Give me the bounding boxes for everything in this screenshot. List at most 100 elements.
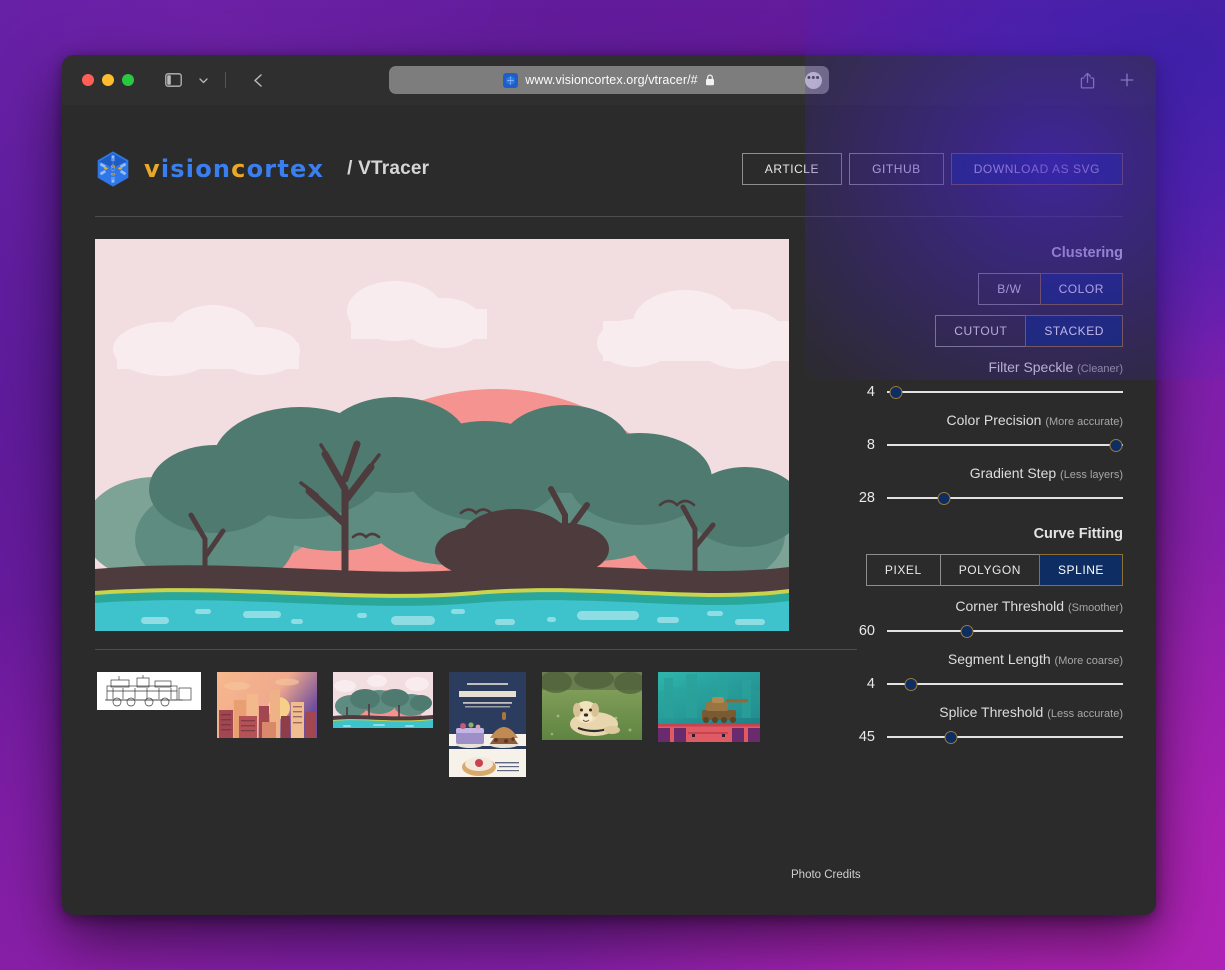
splice-threshold-control: Splice Threshold (Less accurate) 45	[841, 704, 1123, 745]
corner-threshold-title: Corner Threshold	[955, 598, 1065, 614]
toolbar-right-group	[1074, 68, 1140, 92]
corner-threshold-label: Corner Threshold (Smoother)	[841, 598, 1123, 614]
thumbnail-trees-lake[interactable]	[333, 672, 433, 728]
slider-track	[887, 736, 1123, 738]
filter-speckle-slider[interactable]	[887, 384, 1123, 400]
slider-track	[887, 391, 1123, 393]
segment-length-hint: (More coarse)	[1054, 655, 1123, 667]
preview-column: Photo Credits	[95, 239, 861, 881]
clustering-layer-group: CUTOUT STACKED	[841, 315, 1123, 347]
lock-icon	[705, 74, 715, 86]
address-bar-url: www.visioncortex.org/vtracer/#	[525, 73, 698, 87]
github-button[interactable]: GITHUB	[849, 153, 944, 185]
splice-threshold-value: 45	[858, 729, 875, 745]
clustering-mode-color[interactable]: COLOR	[1039, 273, 1123, 305]
filter-speckle-control: Filter Speckle (Cleaner) 4	[841, 359, 1123, 400]
browser-toolbar: www.visioncortex.org/vtracer/# •••	[62, 55, 1156, 105]
thumbnail-divider	[95, 649, 857, 650]
visioncortex-favicon	[503, 72, 519, 88]
clustering-layer-cutout[interactable]: CUTOUT	[935, 315, 1026, 347]
brand-name-part-3: c	[231, 155, 247, 183]
download-as-svg-button[interactable]: DOWNLOAD AS SVG	[950, 153, 1123, 185]
toolbar-divider	[225, 72, 226, 88]
brand-name: visioncortex	[144, 155, 324, 183]
thumbnail-train-sketch[interactable]	[97, 672, 201, 710]
gradient-step-value: 28	[858, 490, 875, 506]
clustering-mode-group: B/W COLOR	[841, 273, 1123, 305]
product-name: / VTracer	[347, 158, 430, 179]
curve-fitting-pixel[interactable]: PIXEL	[865, 554, 940, 586]
desktop-wallpaper: www.visioncortex.org/vtracer/# ••• visio…	[0, 0, 1225, 970]
brand[interactable]: visioncortex / VTracer	[95, 151, 429, 187]
color-precision-title: Color Precision	[946, 412, 1042, 428]
filter-speckle-value: 4	[866, 384, 875, 400]
page-content: visioncortex / VTracer ARTICLE GITHUB DO…	[62, 105, 1156, 915]
slider-thumb[interactable]	[944, 730, 958, 744]
thumbnail-city-sunset[interactable]	[217, 672, 317, 738]
splice-threshold-title: Splice Threshold	[939, 704, 1044, 720]
toolbar-nav-group	[160, 68, 271, 92]
filter-speckle-hint: (Cleaner)	[1077, 363, 1123, 375]
splice-threshold-hint: (Less accurate)	[1047, 708, 1123, 720]
thumbnail-pixel-tank[interactable]	[658, 672, 760, 742]
site-header: visioncortex / VTracer ARTICLE GITHUB DO…	[95, 139, 1123, 199]
clustering-mode-bw[interactable]: B/W	[978, 273, 1040, 305]
clustering-layer-stacked[interactable]: STACKED	[1025, 315, 1123, 347]
segment-length-title: Segment Length	[947, 651, 1051, 667]
image-preview-canvas[interactable]	[95, 239, 789, 631]
color-precision-value: 8	[866, 437, 875, 453]
segment-length-label: Segment Length (More coarse)	[841, 651, 1123, 667]
slider-track	[887, 630, 1123, 632]
filter-speckle-title: Filter Speckle	[988, 359, 1074, 375]
brand-name-part-2: ision	[160, 155, 232, 183]
segment-length-slider[interactable]	[887, 676, 1123, 692]
photo-credits-link[interactable]: Photo Credits	[791, 869, 861, 881]
header-actions: ARTICLE GITHUB DOWNLOAD AS SVG	[741, 153, 1123, 185]
corner-threshold-value: 60	[858, 623, 875, 639]
slider-thumb[interactable]	[904, 677, 918, 691]
slider-thumb[interactable]	[960, 624, 974, 638]
minimize-window-button[interactable]	[102, 74, 114, 86]
segment-length-control: Segment Length (More coarse) 4	[841, 651, 1123, 692]
slider-thumb[interactable]	[937, 491, 951, 505]
address-bar[interactable]: www.visioncortex.org/vtracer/# •••	[389, 66, 829, 94]
thumbnail-golden-retriever[interactable]	[542, 672, 642, 740]
plus-icon[interactable]	[1114, 68, 1140, 92]
thumbnail-dessert-poster[interactable]	[449, 672, 526, 777]
splice-threshold-slider[interactable]	[887, 729, 1123, 745]
splice-threshold-label: Splice Threshold (Less accurate)	[841, 704, 1123, 720]
slider-track	[887, 683, 1123, 685]
curve-fitting-section-title: Curve Fitting	[1033, 526, 1123, 542]
curve-fitting-spline[interactable]: SPLINE	[1039, 554, 1123, 586]
gradient-step-hint: (Less layers)	[1060, 469, 1123, 481]
color-precision-hint: (More accurate)	[1045, 416, 1123, 428]
segment-length-value: 4	[866, 676, 875, 692]
control-panel: Clustering B/W COLOR CUTOUT STACKED Filt…	[823, 239, 1123, 777]
article-button[interactable]: ARTICLE	[741, 153, 843, 185]
address-bar-more-button[interactable]: •••	[805, 71, 822, 89]
color-precision-slider[interactable]	[887, 437, 1123, 453]
color-precision-control: Color Precision (More accurate) 8	[841, 412, 1123, 453]
chevron-down-icon[interactable]	[190, 68, 216, 92]
main-area: Photo Credits Clustering B/W COLOR CUTOU…	[95, 239, 1123, 881]
curve-fitting-mode-group: PIXEL POLYGON SPLINE	[841, 554, 1123, 586]
browser-window: www.visioncortex.org/vtracer/# ••• visio…	[62, 55, 1156, 915]
slider-thumb[interactable]	[1109, 438, 1123, 452]
maximize-window-button[interactable]	[122, 74, 134, 86]
sidebar-toggle-icon[interactable]	[160, 68, 186, 92]
share-icon[interactable]	[1074, 68, 1100, 92]
gradient-step-label: Gradient Step (Less layers)	[841, 465, 1123, 481]
slider-thumb[interactable]	[889, 385, 903, 399]
brand-name-part-1: v	[144, 155, 161, 183]
gradient-step-control: Gradient Step (Less layers) 28	[841, 465, 1123, 506]
visioncortex-hexagon-logo	[95, 151, 131, 187]
back-chevron-icon[interactable]	[245, 68, 271, 92]
slider-track	[887, 444, 1123, 446]
gradient-step-slider[interactable]	[887, 490, 1123, 506]
corner-threshold-slider[interactable]	[887, 623, 1123, 639]
curve-fitting-polygon[interactable]: POLYGON	[939, 554, 1039, 586]
close-window-button[interactable]	[82, 74, 94, 86]
thumbnail-strip	[95, 672, 823, 777]
gradient-step-title: Gradient Step	[969, 465, 1057, 481]
address-bar-wrapper: www.visioncortex.org/vtracer/# •••	[389, 66, 829, 94]
